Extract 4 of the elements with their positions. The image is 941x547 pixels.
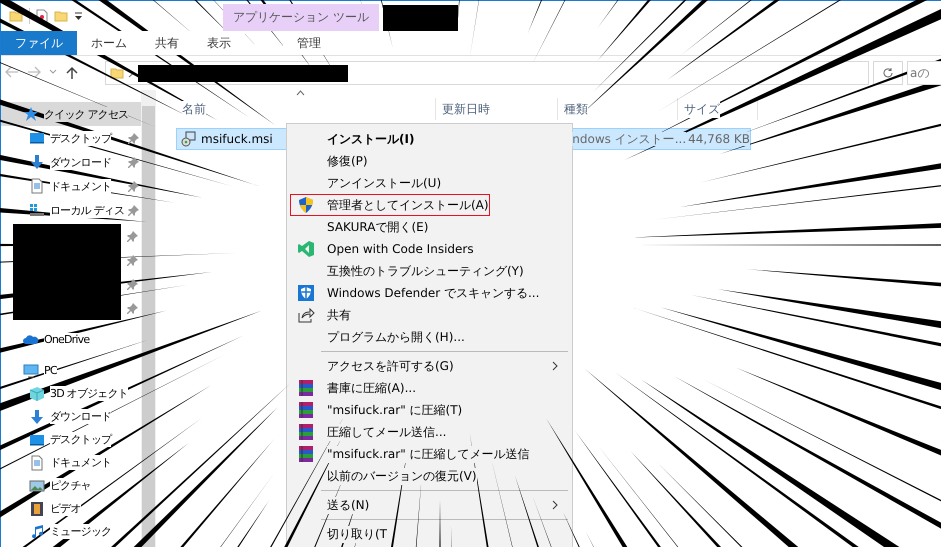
contextual-tab-label: アプリケーション ツール: [223, 4, 379, 31]
file-type: ndows インストー...: [572, 132, 686, 146]
file-size: 44,768 KB: [688, 132, 750, 146]
file-name: msifuck.msi: [201, 132, 273, 146]
